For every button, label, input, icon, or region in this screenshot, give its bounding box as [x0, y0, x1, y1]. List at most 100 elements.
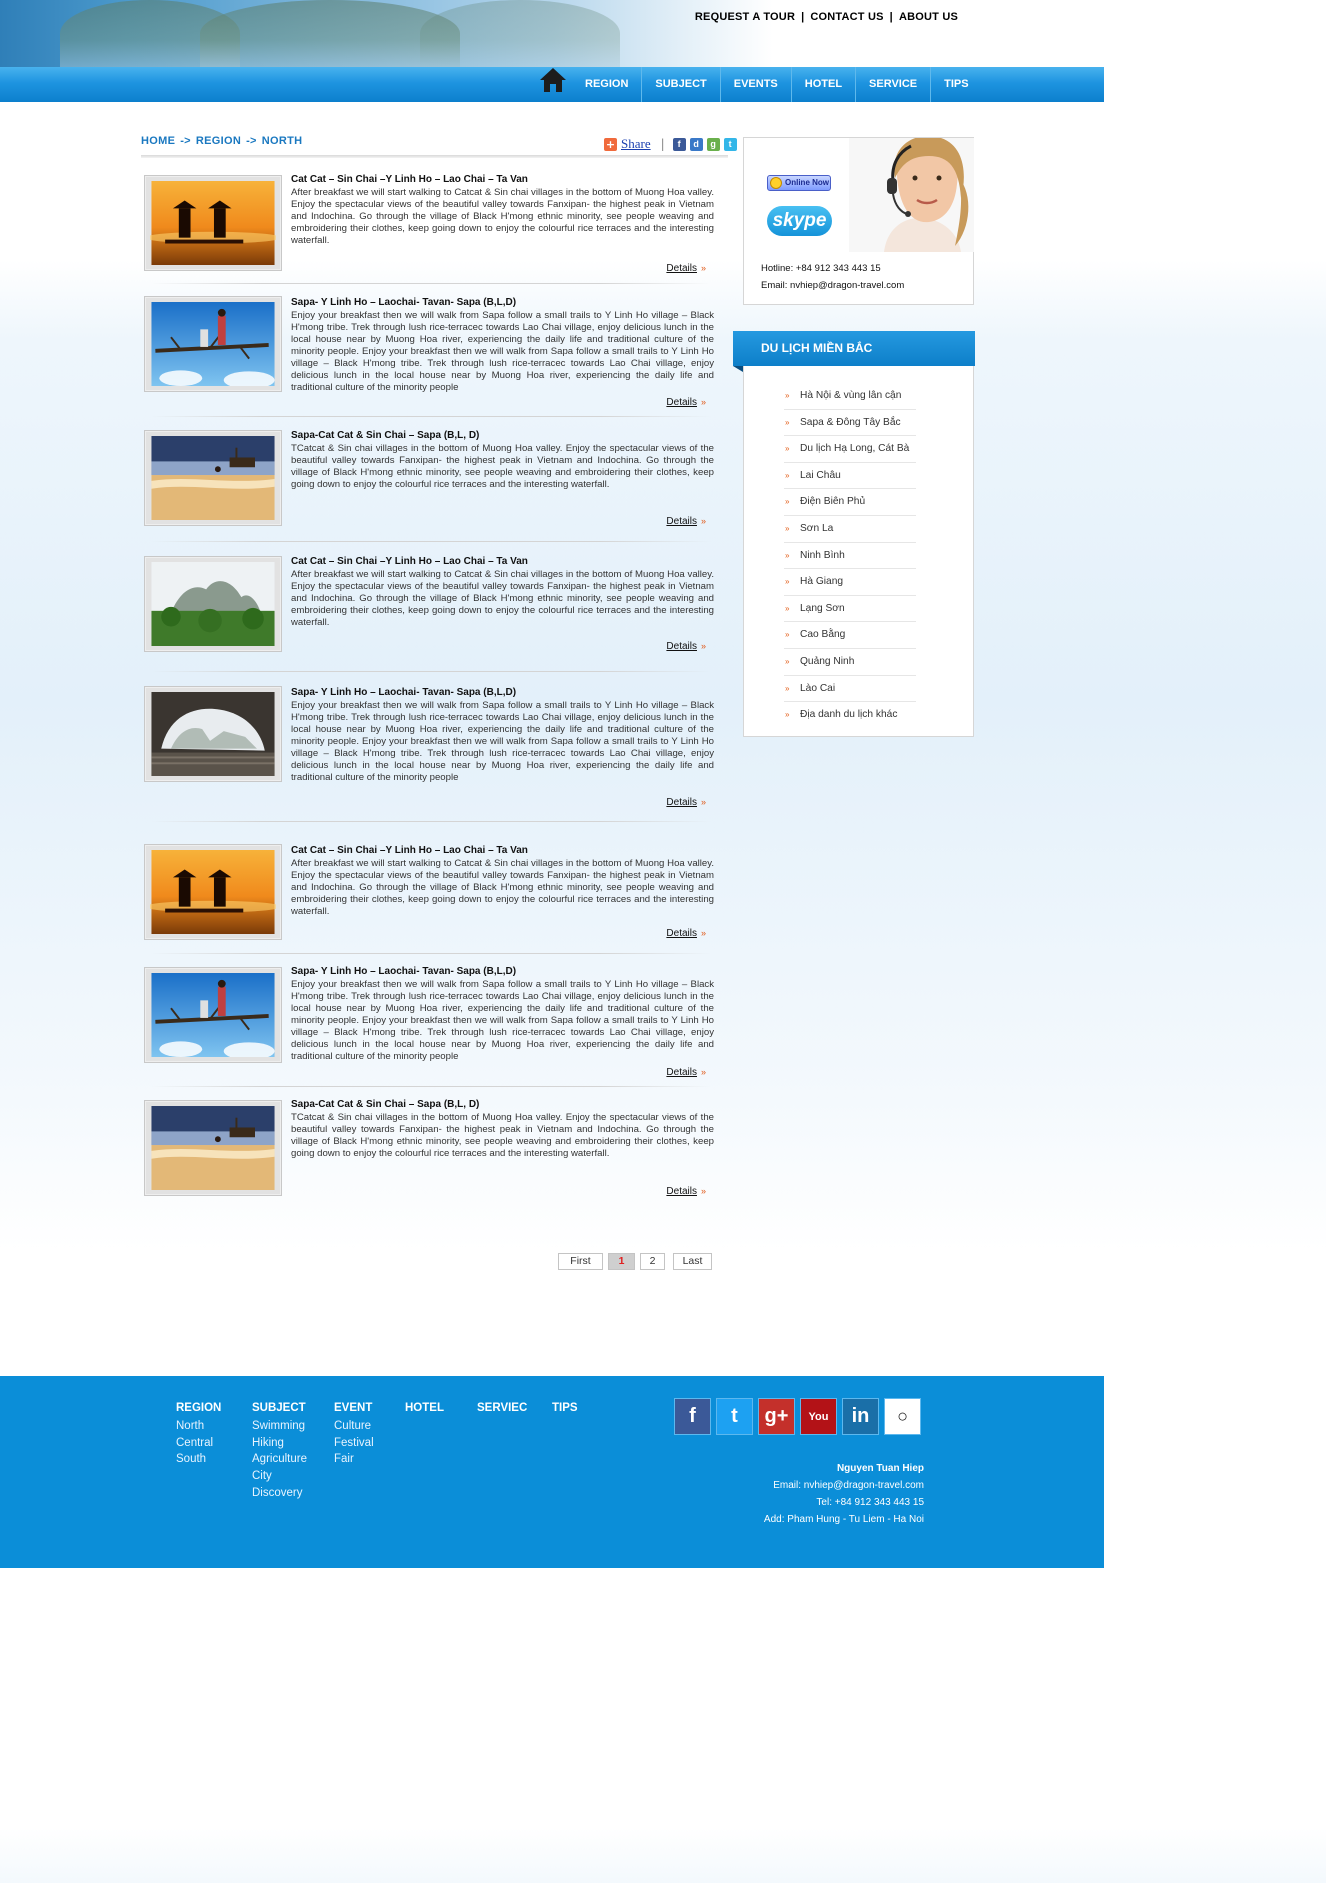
region-link[interactable]: » Địa danh du lịch khác [784, 702, 916, 729]
footer-heading[interactable]: REGION [176, 1402, 221, 1414]
tour-details-link[interactable]: Details» [666, 1067, 706, 1078]
bullet-arrow-icon: » [785, 497, 790, 507]
online-now-badge[interactable]: Online Now [767, 175, 831, 191]
page-1-button[interactable]: 1 [608, 1253, 635, 1270]
tour-thumbnail[interactable] [144, 430, 282, 526]
share-link[interactable]: Share [621, 136, 651, 152]
nav-events[interactable]: EVENTS [721, 67, 792, 102]
tour-description: TCatcat & Sin chai villages in the botto… [291, 1112, 714, 1159]
delicious-icon[interactable]: d [689, 137, 703, 151]
region-link[interactable]: » Sơn La [784, 516, 916, 543]
share-plus-icon[interactable]: + [604, 137, 617, 151]
region-link[interactable]: » Cao Bằng [784, 622, 916, 649]
tour-title[interactable]: Cat Cat – Sin Chai –Y Linh Ho – Lao Chai… [291, 174, 528, 185]
region-link[interactable]: » Điện Biên Phủ [784, 489, 916, 516]
page-2-button[interactable]: 2 [640, 1253, 665, 1270]
footer-link[interactable]: Discovery [252, 1485, 307, 1502]
home-icon[interactable] [539, 67, 567, 93]
tour-details-link[interactable]: Details» [666, 397, 706, 408]
footer-link[interactable]: Hiking [252, 1435, 307, 1452]
footer-link[interactable]: North [176, 1418, 221, 1435]
breadcrumb-north[interactable]: NORTH [262, 135, 303, 147]
twitter-icon[interactable]: t [723, 137, 737, 151]
details-label: Details [666, 641, 697, 652]
googleplus-icon[interactable]: g+ [758, 1398, 795, 1435]
footer-link[interactable]: Culture [334, 1418, 374, 1435]
bullet-arrow-icon: » [785, 683, 790, 693]
region-link[interactable]: » Ninh Bình [784, 543, 916, 570]
tour-separator [151, 416, 711, 417]
request-tour-link[interactable]: REQUEST A TOUR [695, 11, 795, 23]
linkedin-icon[interactable]: in [842, 1398, 879, 1435]
region-link[interactable]: » Lạng Sơn [784, 596, 916, 623]
region-link[interactable]: » Lai Châu [784, 463, 916, 490]
region-link[interactable]: » Sapa & Đông Tây Bắc [784, 410, 916, 437]
page-last-button[interactable]: Last [673, 1253, 712, 1270]
google-icon[interactable]: g [706, 137, 720, 151]
tour-thumbnail[interactable] [144, 844, 282, 940]
contact-us-link[interactable]: CONTACT US [810, 11, 883, 23]
tour-title[interactable]: Cat Cat – Sin Chai –Y Linh Ho – Lao Chai… [291, 556, 528, 567]
footer-link[interactable]: Central [176, 1435, 221, 1452]
footer-heading[interactable]: HOTEL [405, 1402, 444, 1414]
tour-thumbnail[interactable] [144, 175, 282, 271]
tour-details-link[interactable]: Details» [666, 1186, 706, 1197]
footer-heading[interactable]: TIPS [552, 1402, 578, 1414]
skype-icon[interactable]: skype [767, 206, 832, 236]
tour-details-link[interactable]: Details» [666, 263, 706, 274]
tour-thumbnail[interactable] [144, 967, 282, 1063]
tour-thumbnail[interactable] [144, 1100, 282, 1196]
facebook-icon[interactable]: f [674, 1398, 711, 1435]
top-link-separator: | [889, 11, 893, 23]
tour-details-link[interactable]: Details» [666, 797, 706, 808]
region-link[interactable]: » Hà Nội & vùng lân cận [784, 383, 916, 410]
breadcrumb-home[interactable]: HOME [141, 135, 175, 147]
youtube-icon[interactable]: You [800, 1398, 837, 1435]
footer-heading[interactable]: SERVIEC [477, 1402, 527, 1414]
weibo-icon[interactable]: ○ [884, 1398, 921, 1435]
tour-thumbnail[interactable] [144, 296, 282, 392]
tour-title[interactable]: Sapa- Y Linh Ho – Laochai- Tavan- Sapa (… [291, 966, 516, 977]
breadcrumb: HOME -> REGION -> NORTH [141, 135, 302, 147]
footer-link[interactable]: Swimming [252, 1418, 307, 1435]
details-label: Details [666, 263, 697, 274]
about-us-link[interactable]: ABOUT US [899, 11, 958, 23]
region-link[interactable]: » Du lịch Hạ Long, Cát Bà [784, 436, 916, 463]
nav-service[interactable]: SERVICE [856, 67, 932, 102]
page-first-button[interactable]: First [558, 1253, 603, 1270]
nav-region[interactable]: REGION [572, 67, 643, 102]
tour-title[interactable]: Sapa-Cat Cat & Sin Chai – Sapa (B,L, D) [291, 430, 479, 441]
facebook-icon[interactable]: f [672, 137, 686, 151]
tour-details-link[interactable]: Details» [666, 516, 706, 527]
region-link[interactable]: » Lào Cai [784, 676, 916, 703]
nav-hotel[interactable]: HOTEL [792, 67, 857, 102]
region-link[interactable]: » Quảng Ninh [784, 649, 916, 676]
tour-description: After breakfast we will start walking to… [291, 569, 714, 628]
tour-title[interactable]: Sapa-Cat Cat & Sin Chai – Sapa (B,L, D) [291, 1099, 479, 1110]
tour-title[interactable]: Sapa- Y Linh Ho – Laochai- Tavan- Sapa (… [291, 687, 516, 698]
twitter-icon[interactable]: t [716, 1398, 753, 1435]
nav-tips[interactable]: TIPS [931, 67, 981, 102]
nav-subject[interactable]: SUBJECT [642, 67, 721, 102]
footer-link[interactable]: Festival [334, 1435, 374, 1452]
tour-description: After breakfast we will start walking to… [291, 858, 714, 917]
region-box: DU LỊCH MIỀN BẮC » Hà Nội & vùng lân cận»… [733, 331, 975, 737]
tour-thumbnail[interactable] [144, 556, 282, 652]
tour-title[interactable]: Sapa- Y Linh Ho – Laochai- Tavan- Sapa (… [291, 297, 516, 308]
footer-link[interactable]: City [252, 1468, 307, 1485]
footer: REGION North Central South SUBJECT Swimming Hi… [0, 1376, 1104, 1568]
region-list: » Hà Nội & vùng lân cận » Sapa & Đông Tây B… [784, 383, 916, 729]
details-label: Details [666, 516, 697, 527]
tour-details-link[interactable]: Details» [666, 641, 706, 652]
double-chevron-right-icon: » [700, 641, 706, 651]
footer-link[interactable]: Agriculture [252, 1451, 307, 1468]
region-link[interactable]: » Hà Giang [784, 569, 916, 596]
breadcrumb-region[interactable]: REGION [196, 135, 241, 147]
footer-link[interactable]: South [176, 1451, 221, 1468]
tour-thumbnail[interactable] [144, 686, 282, 782]
tour-details-link[interactable]: Details» [666, 928, 706, 939]
footer-heading[interactable]: SUBJECT [252, 1402, 307, 1414]
footer-link[interactable]: Fair [334, 1451, 374, 1468]
footer-heading[interactable]: EVENT [334, 1402, 374, 1414]
tour-title[interactable]: Cat Cat – Sin Chai –Y Linh Ho – Lao Chai… [291, 845, 528, 856]
